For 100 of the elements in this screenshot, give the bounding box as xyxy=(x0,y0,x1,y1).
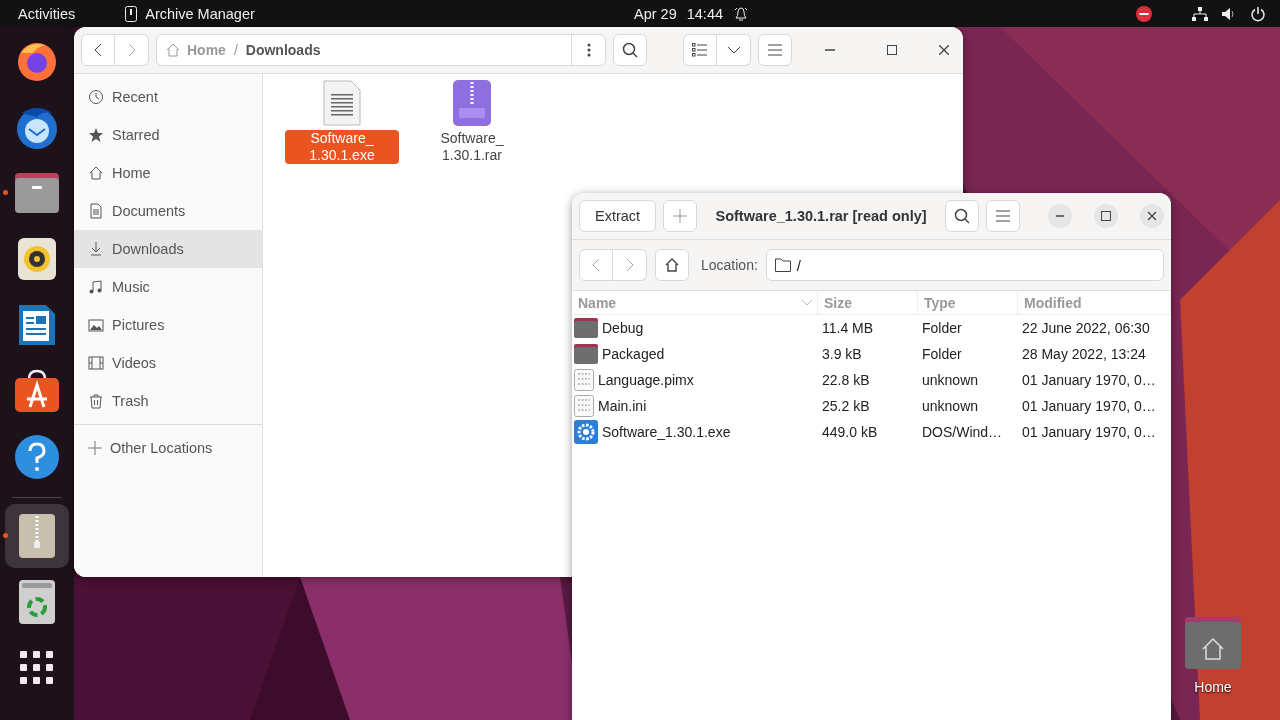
star-icon xyxy=(88,127,104,143)
home-button[interactable] xyxy=(655,249,689,281)
home-icon xyxy=(165,42,181,58)
table-cell-text: Folder xyxy=(921,346,963,362)
extract-button[interactable]: Extract xyxy=(579,200,657,232)
maximize-icon xyxy=(1101,211,1111,221)
sidebar-item[interactable]: Music xyxy=(74,268,262,306)
chevron-down-icon xyxy=(726,46,741,54)
chevron-right-icon xyxy=(127,43,136,57)
folder-home-icon xyxy=(1185,617,1241,669)
path-separator: / xyxy=(233,42,238,58)
bell-icon xyxy=(733,5,750,22)
sidebar-item[interactable]: Documents xyxy=(74,192,262,230)
sort-down-icon xyxy=(801,299,813,306)
table-cell: Debug xyxy=(602,320,644,336)
app-menu-title[interactable]: Archive Manager xyxy=(145,5,255,22)
help-icon xyxy=(14,434,60,480)
folder-icon xyxy=(14,173,60,213)
search-button[interactable] xyxy=(613,34,647,66)
table-cell-text: Folder xyxy=(921,320,963,336)
download-icon xyxy=(88,241,104,257)
table-cell-text: 25.2 kB xyxy=(821,398,871,414)
menu-icon xyxy=(768,44,782,56)
archive-app-icon xyxy=(125,5,138,22)
list-view-button[interactable] xyxy=(683,34,717,66)
folder-icon xyxy=(574,318,598,338)
table-cell: Main.ini xyxy=(598,398,647,414)
music-note-icon xyxy=(88,279,104,295)
table-cell-text: 22.8 kB xyxy=(821,372,871,388)
search-icon xyxy=(622,42,638,58)
list-icon xyxy=(692,43,708,57)
table-cell: Software_1.30.1.exe xyxy=(602,424,731,440)
file-name[interactable]: Software_1.30.1.exe xyxy=(285,130,399,164)
maximize-button[interactable] xyxy=(1094,204,1118,228)
do-not-disturb-icon xyxy=(1136,5,1152,22)
image-icon xyxy=(88,317,104,333)
film-icon xyxy=(88,355,104,371)
dock-item[interactable] xyxy=(5,504,69,568)
sidebar-item[interactable]: Videos xyxy=(74,344,262,382)
menu-button[interactable] xyxy=(986,200,1020,232)
document-icon xyxy=(18,303,56,347)
network-icon xyxy=(1192,6,1208,21)
table-cell-text: 11.4 MB xyxy=(821,320,875,336)
clock-time[interactable]: 14:44 xyxy=(686,5,724,22)
activities-button[interactable]: Activities xyxy=(18,5,76,22)
table-cell-text: 01 January 1970, 0… xyxy=(1021,424,1157,440)
table-cell: Packaged xyxy=(602,346,665,362)
plus-icon xyxy=(88,441,102,455)
menu-button[interactable] xyxy=(758,34,792,66)
sidebar-item[interactable]: Recent xyxy=(74,78,262,116)
location-label: Location: xyxy=(701,257,758,273)
chevron-right-icon xyxy=(625,258,634,272)
speaker-icon xyxy=(1222,6,1236,21)
close-icon xyxy=(939,45,949,55)
minimize-icon xyxy=(825,49,835,51)
shopping-bag-icon xyxy=(14,369,60,413)
app-grid-icon xyxy=(20,651,54,685)
sidebar-item[interactable]: Starred xyxy=(74,116,262,154)
table-cell-text: 449.0 kB xyxy=(821,424,879,440)
file-name[interactable]: Software_1.30.1.rar xyxy=(434,130,510,164)
trash-icon xyxy=(88,393,104,409)
minimize-icon xyxy=(1056,215,1064,217)
home-icon xyxy=(664,257,680,273)
clock-date[interactable]: Apr 29 xyxy=(634,5,677,22)
clock-icon xyxy=(88,89,104,105)
sidebar-item[interactable]: Pictures xyxy=(74,306,262,344)
home-icon xyxy=(88,165,104,181)
plus-icon xyxy=(673,209,688,223)
close-button[interactable] xyxy=(1140,204,1164,228)
maximize-icon xyxy=(887,45,897,55)
table-cell-text: 28 May 2022, 13:24 xyxy=(1021,346,1147,362)
path-crumb[interactable]: Downloads xyxy=(237,35,329,65)
table-cell-text: 22 June 2022, 06:30 xyxy=(1021,320,1151,336)
chevron-left-icon xyxy=(592,258,600,272)
table-cell-text: 3.9 kB xyxy=(821,346,863,362)
minimize-button[interactable] xyxy=(1048,204,1072,228)
text-file-icon xyxy=(323,80,361,126)
chevron-left-icon xyxy=(94,43,102,57)
menu-icon xyxy=(996,210,1010,222)
archive-file-icon xyxy=(453,80,491,126)
folder-outline-icon xyxy=(774,258,791,272)
location-field[interactable]: / xyxy=(765,249,1164,281)
search-button[interactable] xyxy=(945,200,979,232)
table-cell-text: unknown xyxy=(921,372,980,388)
desktop-icon-label[interactable]: Home xyxy=(1194,679,1232,695)
table-cell-text: DOS/Wind… xyxy=(921,424,1004,440)
search-icon xyxy=(954,208,970,224)
recycle-bin-icon xyxy=(19,580,55,624)
vertical-dots-icon xyxy=(586,43,591,57)
document-icon xyxy=(88,203,104,219)
table-cell: Language.pimx xyxy=(598,372,694,388)
sidebar-item[interactable]: Other Locations xyxy=(74,429,262,467)
zipper-box-icon xyxy=(19,514,55,558)
sidebar-item[interactable]: Downloads xyxy=(74,230,262,268)
table-cell-text: 01 January 1970, 0… xyxy=(1021,398,1157,414)
table-cell-text: 01 January 1970, 0… xyxy=(1021,372,1157,388)
window-title: Software_1.30.1.rar [read only] xyxy=(714,208,928,224)
sidebar-item[interactable]: Trash xyxy=(74,382,262,420)
sidebar-item[interactable]: Home xyxy=(74,154,262,192)
table-cell-text: unknown xyxy=(921,398,980,414)
